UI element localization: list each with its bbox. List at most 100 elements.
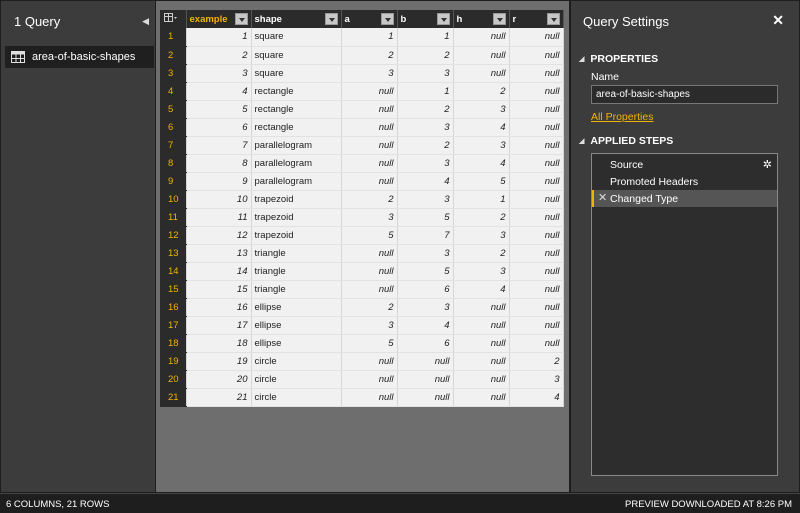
row-number[interactable]: 16 <box>160 298 187 317</box>
table-cell[interactable]: triangle <box>251 244 342 263</box>
gear-icon[interactable]: ✲ <box>763 158 772 171</box>
table-cell[interactable]: 5 <box>341 334 398 353</box>
table-cell[interactable]: null <box>509 280 564 299</box>
row-number[interactable]: 2 <box>160 46 187 65</box>
table-cell[interactable]: 3 <box>397 190 454 209</box>
table-cell[interactable]: null <box>509 28 564 47</box>
filter-dropdown-icon[interactable] <box>324 13 338 25</box>
table-row[interactable]: 16 16 ellipse 2 3 null null <box>160 298 564 317</box>
table-row[interactable]: 13 13 triangle null 3 2 null <box>160 244 564 263</box>
table-cell[interactable]: 21 <box>186 388 252 407</box>
table-cell[interactable]: 10 <box>186 190 252 209</box>
table-row[interactable]: 12 12 trapezoid 5 7 3 null <box>160 226 564 245</box>
table-row[interactable]: 14 14 triangle null 5 3 null <box>160 262 564 281</box>
table-cell[interactable]: null <box>509 334 564 353</box>
table-cell[interactable]: 9 <box>186 172 252 191</box>
table-cell[interactable]: null <box>341 118 398 137</box>
table-cell[interactable]: 4 <box>397 316 454 335</box>
column-header-shape[interactable]: shape <box>251 10 342 28</box>
table-cell[interactable]: null <box>509 262 564 281</box>
table-cell[interactable]: 2 <box>341 190 398 209</box>
step-changed-type[interactable]: ✕ Changed Type <box>592 190 777 207</box>
table-cell[interactable]: null <box>453 28 510 47</box>
query-name-input[interactable] <box>591 85 778 104</box>
row-number[interactable]: 11 <box>160 208 187 227</box>
table-cell[interactable]: 15 <box>186 280 252 299</box>
table-cell[interactable]: rectangle <box>251 118 342 137</box>
table-cell[interactable]: circle <box>251 370 342 389</box>
table-cell[interactable]: 18 <box>186 334 252 353</box>
table-cell[interactable]: null <box>341 370 398 389</box>
table-cell[interactable]: 3 <box>453 100 510 119</box>
table-cell[interactable]: null <box>341 82 398 101</box>
table-row[interactable]: 6 6 rectangle null 3 4 null <box>160 118 564 137</box>
all-properties-link[interactable]: All Properties <box>591 111 653 123</box>
table-row[interactable]: 5 5 rectangle null 2 3 null <box>160 100 564 119</box>
table-row[interactable]: 18 18 ellipse 5 6 null null <box>160 334 564 353</box>
table-cell[interactable]: null <box>341 172 398 191</box>
table-cell[interactable]: 4 <box>453 280 510 299</box>
table-cell[interactable]: 3 <box>397 64 454 83</box>
table-cell[interactable]: rectangle <box>251 82 342 101</box>
table-cell[interactable]: null <box>397 388 454 407</box>
table-cell[interactable]: 2 <box>509 352 564 371</box>
table-cell[interactable]: 14 <box>186 262 252 281</box>
table-cell[interactable]: 2 <box>397 100 454 119</box>
table-cell[interactable]: 2 <box>453 208 510 227</box>
table-row[interactable]: 8 8 parallelogram null 3 4 null <box>160 154 564 173</box>
table-cell[interactable]: 5 <box>453 172 510 191</box>
table-cell[interactable]: null <box>397 352 454 371</box>
row-number[interactable]: 6 <box>160 118 187 137</box>
table-cell[interactable]: 20 <box>186 370 252 389</box>
table-cell[interactable]: square <box>251 64 342 83</box>
filter-dropdown-icon[interactable] <box>234 13 248 25</box>
table-cell[interactable]: trapezoid <box>251 208 342 227</box>
step-promoted-headers[interactable]: Promoted Headers <box>592 173 777 190</box>
table-cell[interactable]: null <box>453 316 510 335</box>
table-row[interactable]: 1 1 square 1 1 null null <box>160 28 564 47</box>
table-row[interactable]: 19 19 circle null null null 2 <box>160 352 564 371</box>
table-cell[interactable]: null <box>341 280 398 299</box>
table-cell[interactable]: square <box>251 46 342 65</box>
table-cell[interactable]: 3 <box>341 316 398 335</box>
table-cell[interactable]: null <box>453 46 510 65</box>
table-cell[interactable]: 6 <box>397 334 454 353</box>
row-number[interactable]: 13 <box>160 244 187 263</box>
table-cell[interactable]: 5 <box>341 226 398 245</box>
table-cell[interactable]: null <box>341 154 398 173</box>
table-row[interactable]: 11 11 trapezoid 3 5 2 null <box>160 208 564 227</box>
table-row[interactable]: 9 9 parallelogram null 4 5 null <box>160 172 564 191</box>
table-cell[interactable]: 2 <box>397 46 454 65</box>
table-cell[interactable]: parallelogram <box>251 154 342 173</box>
table-row[interactable]: 21 21 circle null null null 4 <box>160 388 564 407</box>
table-cell[interactable]: null <box>397 370 454 389</box>
table-cell[interactable]: null <box>341 100 398 119</box>
table-row[interactable]: 7 7 parallelogram null 2 3 null <box>160 136 564 155</box>
table-cell[interactable]: parallelogram <box>251 136 342 155</box>
table-cell[interactable]: rectangle <box>251 100 342 119</box>
table-cell[interactable]: 2 <box>341 298 398 317</box>
table-cell[interactable]: 1 <box>341 28 398 47</box>
table-cell[interactable]: 1 <box>397 82 454 101</box>
table-cell[interactable]: 7 <box>186 136 252 155</box>
table-cell[interactable]: 2 <box>341 46 398 65</box>
row-number[interactable]: 9 <box>160 172 187 191</box>
table-cell[interactable]: null <box>453 298 510 317</box>
table-cell[interactable]: 4 <box>397 172 454 191</box>
filter-dropdown-icon[interactable] <box>546 13 560 25</box>
table-cell[interactable]: null <box>509 82 564 101</box>
row-number[interactable]: 3 <box>160 64 187 83</box>
table-cell[interactable]: 3 <box>397 244 454 263</box>
row-number[interactable]: 17 <box>160 316 187 335</box>
table-cell[interactable]: 4 <box>453 118 510 137</box>
table-cell[interactable]: 4 <box>453 154 510 173</box>
filter-dropdown-icon[interactable] <box>380 13 394 25</box>
table-cell[interactable]: 4 <box>509 388 564 407</box>
table-cell[interactable]: 1 <box>397 28 454 47</box>
table-cell[interactable]: null <box>509 136 564 155</box>
column-header-a[interactable]: a <box>341 10 398 28</box>
table-row[interactable]: 2 2 square 2 2 null null <box>160 46 564 65</box>
table-cell[interactable]: null <box>509 190 564 209</box>
row-number[interactable]: 7 <box>160 136 187 155</box>
table-row[interactable]: 3 3 square 3 3 null null <box>160 64 564 83</box>
